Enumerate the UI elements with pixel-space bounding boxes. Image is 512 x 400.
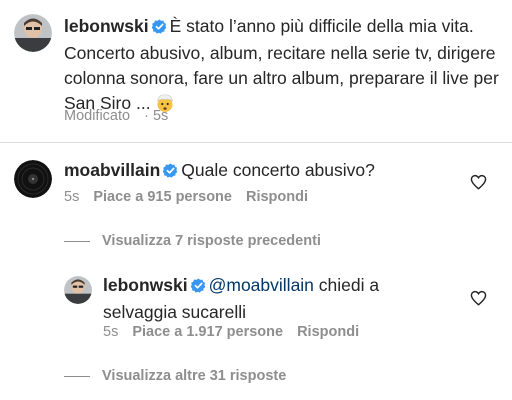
divider — [0, 142, 512, 143]
likes-count[interactable]: Piace a 1.917 persone — [132, 324, 283, 340]
view-more-replies-label: Visualizza altre 31 risposte — [102, 368, 287, 384]
caption-text: lebonwski È stato l’anno più difficile de… — [64, 14, 504, 120]
caption-line-3: colonna sonora, fare un altro album, pre… — [64, 68, 499, 88]
caption-line-2: Concerto abusivo, album, recitare nella … — [64, 43, 496, 63]
comment-body: Quale concerto abusivo? — [181, 160, 375, 180]
reply-meta: 5s Piace a 1.917 persone Rispondi — [103, 324, 373, 340]
reply-body-line-2: selvaggia sucarelli — [103, 302, 246, 322]
comment-username[interactable]: moabvillain — [64, 160, 160, 180]
caption-username[interactable]: lebonwski — [64, 16, 149, 36]
reply-username[interactable]: lebonwski — [103, 275, 188, 295]
comment-text: moabvillain Quale concerto abusivo? — [64, 158, 375, 185]
like-heart-icon[interactable] — [470, 174, 487, 195]
avatar[interactable] — [14, 160, 52, 198]
meta-dot: · — [144, 108, 149, 124]
comment-time: 5s — [64, 189, 80, 205]
post-caption: lebonwski È stato l’anno più difficile de… — [14, 14, 504, 134]
verified-badge-icon — [190, 275, 206, 300]
reply-button[interactable]: Rispondi — [246, 189, 308, 205]
comment-meta: 5s Piace a 915 persone Rispondi — [64, 189, 322, 205]
view-previous-replies-label: Visualizza 7 risposte precedenti — [102, 233, 321, 249]
view-more-replies[interactable]: Visualizza altre 31 risposte — [64, 368, 286, 384]
like-heart-icon[interactable] — [470, 290, 487, 311]
avatar[interactable] — [14, 14, 52, 52]
likes-count[interactable]: Piace a 915 persone — [93, 189, 232, 205]
reply-time: 5s — [103, 324, 119, 340]
verified-badge-icon — [162, 160, 178, 185]
caption-line-1: È stato l’anno più difficile della mia v… — [169, 16, 474, 36]
mention-link[interactable]: @moabvillain — [209, 275, 314, 295]
reply-text: lebonwski @moabvillain chiedi a selvaggia… — [103, 273, 473, 325]
caption-time: 5s — [152, 108, 169, 124]
caption-meta: Modificato · 5s — [64, 108, 182, 124]
verified-badge-icon — [151, 16, 167, 41]
reply-button[interactable]: Rispondi — [297, 324, 359, 340]
reply-body-line-1: chiedi a — [318, 275, 380, 295]
thread-line — [64, 375, 90, 377]
thread-line — [64, 240, 90, 242]
edited-label: Modificato — [64, 108, 131, 124]
view-previous-replies[interactable]: Visualizza 7 risposte precedenti — [64, 233, 321, 249]
avatar[interactable] — [64, 276, 92, 304]
